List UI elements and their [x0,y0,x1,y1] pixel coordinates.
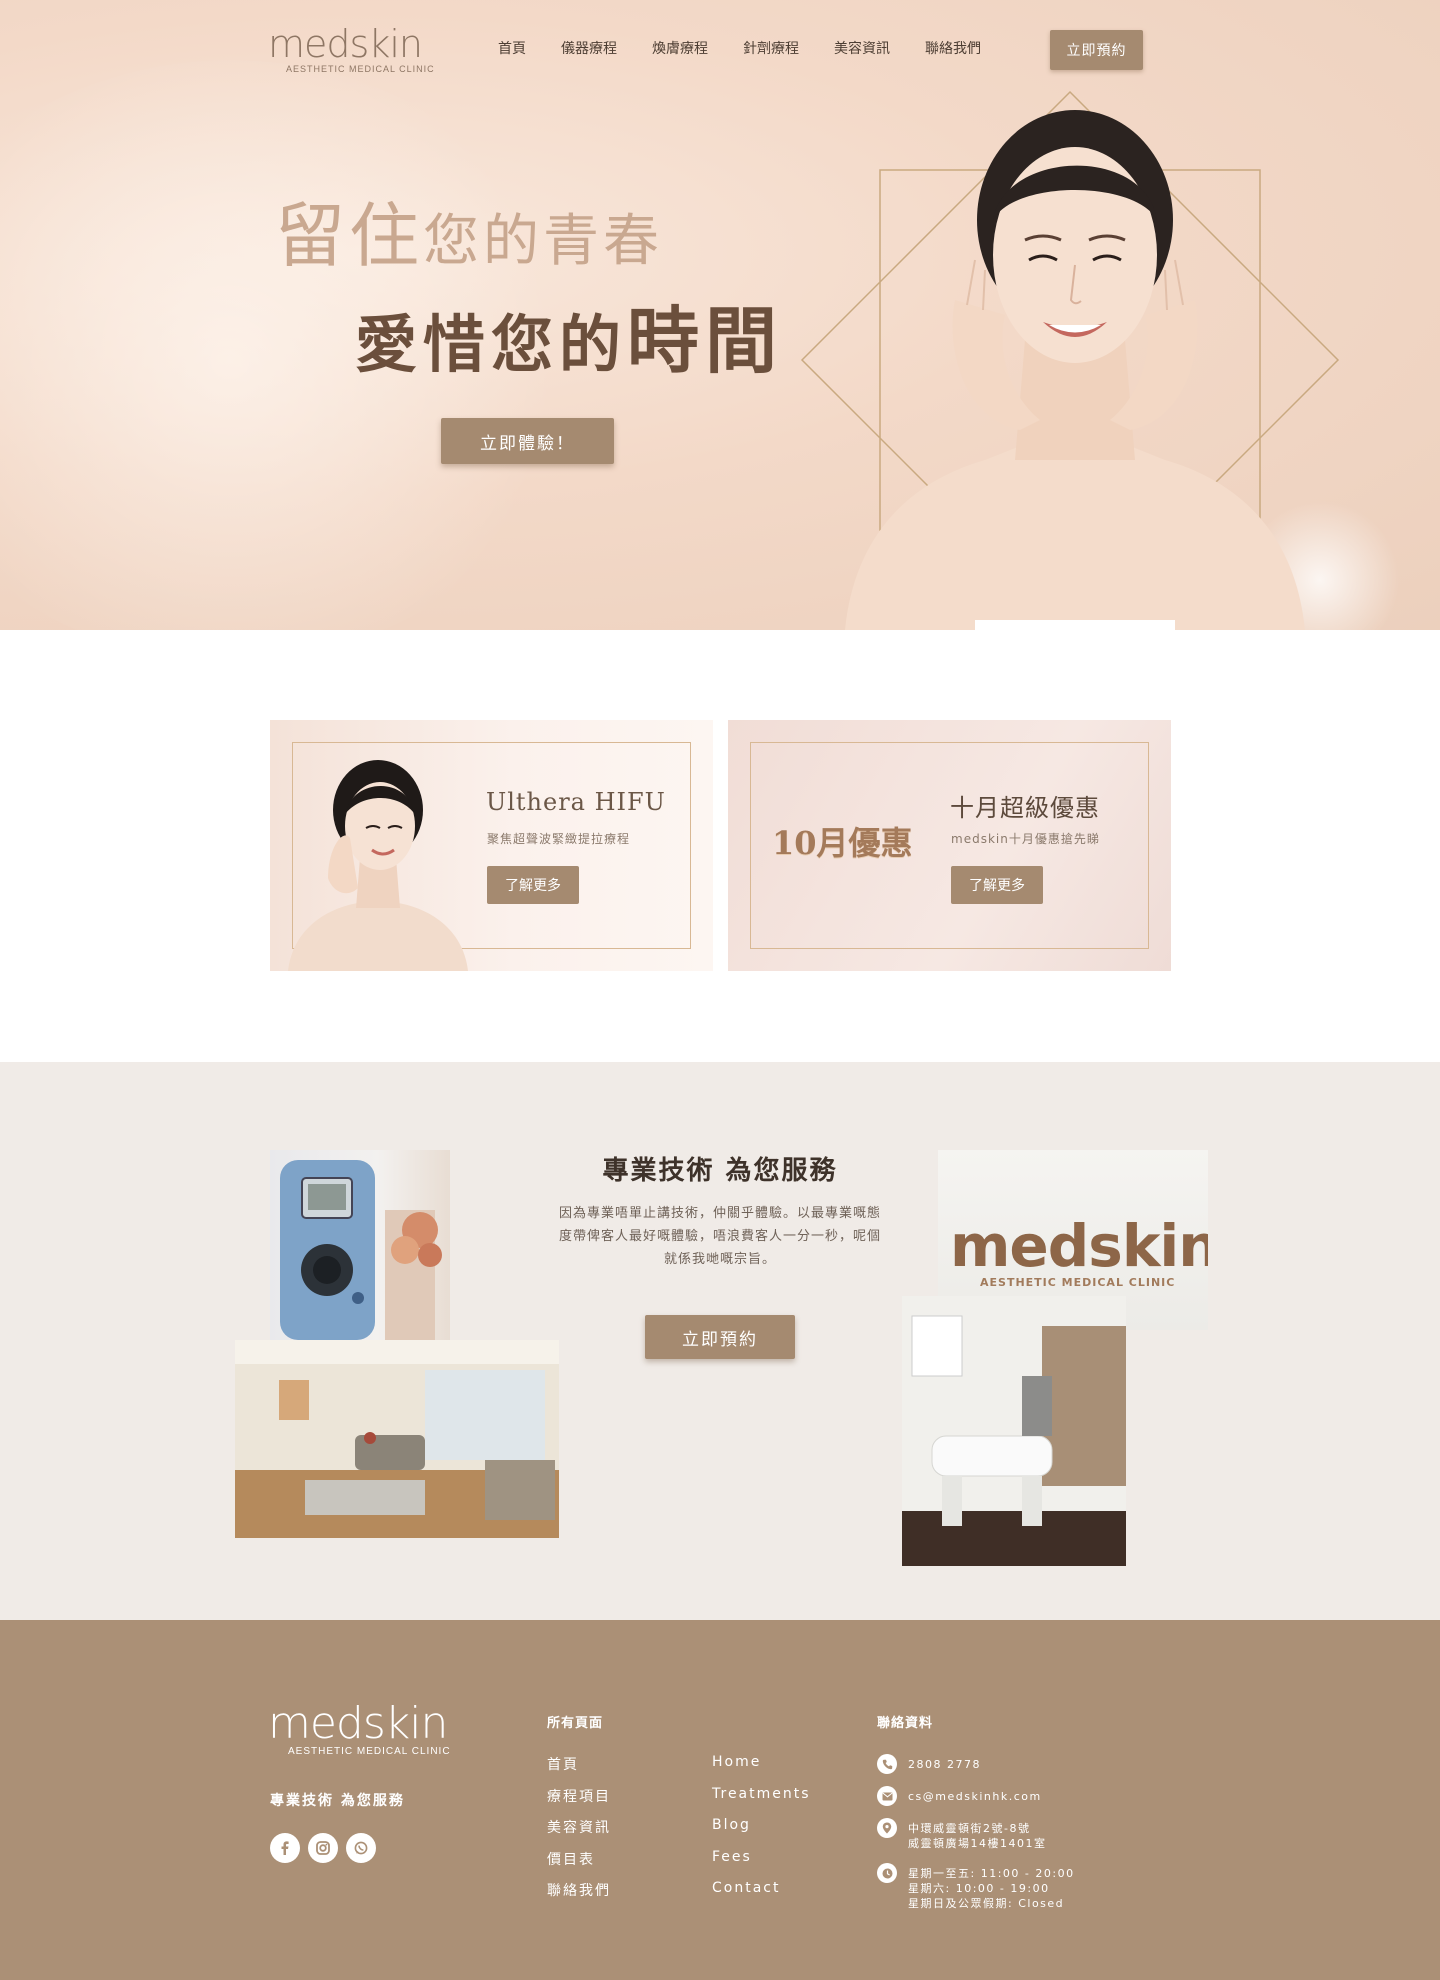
contact-address-line-2: 威靈頓廣場14樓1401室 [908,1837,1047,1850]
service-title: 專業技術 為您服務 [602,1156,838,1186]
hero-headline-1: 留住您的青春 [275,180,663,281]
contact-phone: 2808 2778 [908,1758,981,1771]
contact-address: 中環威靈頓街2號-8號 威靈頓廣場14樓1401室 [908,1818,1047,1851]
service-description: 因為專業唔單止講技術，仲關乎體驗。以最專業嘅態度帶俾客人最好嘅體驗，唔浪費客人一… [558,1206,881,1267]
logo-wordmark: medskin [268,22,423,66]
footer-logo[interactable]: medskin AESTHETIC MEDICAL CLINIC [268,1698,458,1758]
email-icon [877,1786,897,1806]
model-portrait [845,110,1305,630]
hero-headline-2b: 時間 [627,298,784,383]
device-photo [270,1150,450,1340]
contact-hours: 星期一至五: 11:00 - 20:00 星期六: 10:00 - 19:00 … [908,1863,1075,1911]
contact-address-line-1: 中環威靈頓街2號-8號 [908,1822,1031,1835]
footer-link-blog-zh[interactable]: 美容資訊 [547,1817,611,1849]
promo-subtitle: 聚焦超聲波緊緻提拉療程 [487,832,631,846]
hero-headline-1a: 留住 [275,195,423,277]
hero-headline-2: 愛惜您的時間 [355,282,783,387]
contact-hours-row: 星期一至五: 11:00 - 20:00 星期六: 10:00 - 19:00 … [877,1863,1075,1911]
contact-email-row[interactable]: cs@medskinhk.com [877,1786,1075,1806]
try-now-button[interactable]: 立即體驗！ [441,418,614,464]
facebook-icon[interactable] [270,1833,300,1863]
nav-item-home[interactable]: 首頁 [498,38,526,58]
book-now-button[interactable]: 立即預約 [1050,30,1143,70]
contact-email: cs@medskinhk.com [908,1790,1042,1803]
location-icon [877,1818,897,1838]
hours-saturday: 星期六: 10:00 - 19:00 [908,1882,1050,1895]
hero-headline-1b: 您的青春 [423,209,663,274]
treatment-room-photo [902,1296,1126,1566]
footer-contact-title: 聯絡資料 [877,1716,934,1731]
contact-phone-row[interactable]: 2808 2778 [877,1754,1075,1774]
hours-sunday: 星期日及公眾假期: Closed [908,1897,1065,1910]
nav-item-contact[interactable]: 聯絡我們 [925,38,981,58]
footer-link-blog-en[interactable]: Blog [712,1817,811,1849]
treatment-room-illustration [902,1296,1126,1566]
learn-more-button[interactable]: 了解更多 [951,866,1043,904]
social-links [270,1833,376,1863]
clock-icon [877,1863,897,1883]
lounge-photo [235,1340,559,1538]
footer-logo-wordmark: medskin [268,1698,448,1749]
service-book-button[interactable]: 立即預約 [645,1315,795,1359]
promo-model-image [288,760,468,971]
footer-link-home-zh[interactable]: 首頁 [547,1754,611,1786]
contact-address-row[interactable]: 中環威靈頓街2號-8號 威靈頓廣場14樓1401室 [877,1818,1075,1851]
promo-card-october[interactable]: 10月優惠 十月超級優惠 medskin十月優惠搶先睇 了解更多 [728,720,1171,971]
whatsapp-icon[interactable] [346,1833,376,1863]
promo-card-ulthera[interactable]: Ulthera HIFU 聚焦超聲波緊緻提拉療程 了解更多 [270,720,713,971]
footer-link-treatments-en[interactable]: Treatments [712,1786,811,1818]
nav-item-peel-treatments[interactable]: 煥膚療程 [652,38,708,58]
nav-item-injection-treatments[interactable]: 針劑療程 [743,38,799,58]
device-illustration [280,1160,442,1340]
footer-link-home-en[interactable]: Home [712,1754,811,1786]
nav-item-device-treatments[interactable]: 儀器療程 [561,38,617,58]
instagram-icon[interactable] [308,1833,338,1863]
footer-link-treatments-zh[interactable]: 療程項目 [547,1786,611,1818]
promo-title: 十月超級優惠 [950,794,1100,822]
footer-contact-list: 2808 2778 cs@medskinhk.com 中環威靈頓街2號-8號 威… [877,1754,1075,1923]
footer-logo-tagline: AESTHETIC MEDICAL CLINIC [288,1746,451,1757]
footer-link-fees-zh[interactable]: 價目表 [547,1849,611,1881]
footer-link-fees-en[interactable]: Fees [712,1849,811,1881]
promo-badge: 10月優惠 [772,824,913,862]
main-nav: 首頁 儀器療程 煥膚療程 針劑療程 美容資訊 聯絡我們 [498,38,1016,58]
footer-pages-en: Home Treatments Blog Fees Contact [712,1754,811,1912]
hours-weekday: 星期一至五: 11:00 - 20:00 [908,1867,1075,1880]
site-logo[interactable]: medskin AESTHETIC MEDICAL CLINIC [268,24,438,74]
clinic-sign-wordmark: medskin [950,1212,1208,1280]
footer-link-contact-zh[interactable]: 聯絡我們 [547,1880,611,1912]
site-footer: medskin AESTHETIC MEDICAL CLINIC 專業技術 為您… [0,1620,1440,1980]
promo-subtitle: medskin十月優惠搶先睇 [951,832,1100,846]
footer-pages-zh: 首頁 療程項目 美容資訊 價目表 聯絡我們 [547,1754,611,1912]
footer-pages-title: 所有頁面 [547,1716,604,1731]
phone-icon [877,1754,897,1774]
learn-more-button[interactable]: 了解更多 [487,866,579,904]
lounge-illustration [235,1340,559,1538]
clinic-sign-tagline: AESTHETIC MEDICAL CLINIC [980,1276,1176,1289]
promo-title: Ulthera HIFU [486,788,666,816]
footer-tagline: 專業技術 為您服務 [270,1793,405,1809]
logo-tagline: AESTHETIC MEDICAL CLINIC [286,64,435,74]
hero-headline-2a: 愛惜您的 [355,308,628,381]
hero-banner: medskin AESTHETIC MEDICAL CLINIC 首頁 儀器療程… [0,0,1440,630]
footer-link-contact-en[interactable]: Contact [712,1880,811,1912]
nav-item-beauty-info[interactable]: 美容資訊 [834,38,890,58]
